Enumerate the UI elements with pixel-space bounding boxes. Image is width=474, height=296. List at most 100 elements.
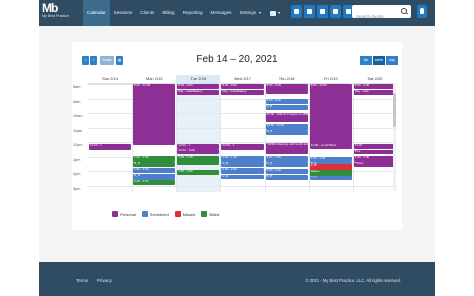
privacy-link[interactable]: Privacy <box>97 278 112 283</box>
calendar-event-personal[interactable]: 8:00 - 9:00 <box>177 84 220 90</box>
calendar-event-scheduled[interactable]: 2:00 - 2:30 <box>221 168 264 174</box>
calendar-event-personal[interactable]: *Shed <box>353 162 396 167</box>
nav-settings-label: Settings <box>239 10 257 15</box>
day-header-today: Tue 2/16 <box>176 75 221 83</box>
calendar-event-scheduled[interactable]: R_B <box>221 174 264 179</box>
calendar-event-personal[interactable]: 1:00 - 1:30 <box>353 155 396 162</box>
calendar-event-billed[interactable]: R_B <box>133 162 176 168</box>
hour-label: 2pm <box>73 172 81 176</box>
calendar-event-scheduled[interactable]: R_B <box>221 162 264 168</box>
legend-label: Billed <box>209 211 220 217</box>
terms-link[interactable]: Terms <box>76 278 88 283</box>
search-icon[interactable] <box>401 8 407 14</box>
calendar-event-personal[interactable]: 12:00 - 1 <box>89 144 132 150</box>
hour-line <box>88 185 397 187</box>
legend-label: Personal <box>120 211 136 217</box>
hour-label: 3pm <box>73 186 81 191</box>
day-header: Fri 2/19 <box>323 76 338 81</box>
calendar-event-personal[interactable]: 12:30 - Todd <box>177 149 220 155</box>
calendar-event-scheduled[interactable]: 1:50 - 2:20 <box>265 168 308 174</box>
calendar-event-personal[interactable]: Mtg - Cafe <box>353 89 396 95</box>
calendar-event-scheduled[interactable]: 1:00 - 1:30 <box>265 155 308 162</box>
week-time-grid[interactable]: 8am 9am 10am 11am 12pm 1pm 2pm 3pm 8:00 - 12:00 1… <box>73 83 397 192</box>
calendar-event-scheduled[interactable]: 1:50 - 2:20 <box>133 168 176 174</box>
day-header: Mon 2/15 <box>145 76 163 81</box>
event-legend: Personal Scheduled Missed Billed <box>112 211 219 217</box>
document-icon[interactable] <box>330 5 341 18</box>
nav-settings[interactable]: Settings ▼ <box>235 0 265 26</box>
user-icon[interactable] <box>291 5 302 18</box>
calendar-event-personal[interactable]: 12:00 - 1 <box>221 144 264 150</box>
legend-swatch <box>174 211 181 217</box>
legend-item-personal: Personal <box>112 211 136 217</box>
page-footer: Terms Privacy © 2021 - My Best Practice,… <box>39 262 435 296</box>
nav-sessions[interactable]: Sessions <box>110 0 137 26</box>
day-divider <box>176 84 178 192</box>
logo-name: My Best Practice <box>42 14 69 18</box>
legend-swatch <box>201 211 208 217</box>
view-list-button[interactable]: list <box>360 56 372 65</box>
view-day-button[interactable]: day <box>386 56 398 65</box>
calendar-event-scheduled[interactable]: 1:00 - 1:30 <box>221 155 264 162</box>
calendar-event-personal[interactable]: *NPMN Meeting with Smith and Jones <box>265 142 308 155</box>
shield-icon[interactable] <box>417 5 427 18</box>
calendar-event-billed[interactable]: 1:50 - 2:50 <box>177 170 220 176</box>
day-header: Sat 2/20 <box>367 76 383 81</box>
hour-label: 1pm <box>73 157 81 162</box>
calendar-scrollbar[interactable] <box>393 83 396 191</box>
clipboard-icon[interactable] <box>304 5 315 18</box>
calendar-event-billed[interactable]: 2:45 - 3:15 <box>133 180 176 186</box>
calendar-event-scheduled[interactable]: 9:00 - 9:30 <box>265 98 308 105</box>
calendar-event-personal[interactable]: 8:00 - 12:00 <box>309 84 352 145</box>
calendar-event-personal[interactable]: 10:00 - Submit Program to MBP <box>265 113 308 122</box>
calendar-event-scheduled[interactable]: R_B <box>265 174 308 180</box>
legend-item-billed: Billed <box>201 211 219 217</box>
legend-swatch <box>112 211 118 217</box>
calendar-event-billed[interactable]: Hadeo <box>309 170 352 177</box>
day-divider <box>352 84 354 192</box>
calendar-event-scheduled[interactable]: R_B <box>265 130 308 136</box>
main-nav: Calendar Sessions Clients Billing Report… <box>83 0 285 26</box>
chevron-down-icon: ▼ <box>277 11 282 15</box>
chevron-down-icon: ▼ <box>258 11 262 15</box>
calendar-event-personal[interactable]: 8:00 - 12:00 <box>133 84 176 145</box>
calendar-event-billed[interactable]: 1:00 - 1:30 <box>133 155 176 162</box>
hour-label: 12pm <box>73 143 83 147</box>
calendar-event-billed[interactable]: 1:00 - 1:45 <box>177 155 220 166</box>
app-window: Mb My Best Practice Calendar Sessions Cl… <box>39 0 435 296</box>
calendar-event-personal[interactable]: 8:00 - 9:00 <box>265 84 308 95</box>
nav-reporting[interactable]: Reporting <box>179 0 207 26</box>
calendar-event-personal[interactable]: Mtg - Cafe/Bakery <box>177 89 220 95</box>
calendar-title: Feb 14 – 20, 2021 <box>196 54 278 65</box>
search-input[interactable] <box>352 10 400 23</box>
legend-item-missed: Missed <box>174 211 195 217</box>
calendar-event-scheduled[interactable]: R_B <box>133 173 176 180</box>
nav-calendar[interactable]: Calendar <box>83 0 110 26</box>
scrollbar-thumb[interactable] <box>393 93 396 127</box>
calendar-event-scheduled[interactable]: R_B <box>265 105 308 111</box>
nav-billing[interactable]: Billing <box>158 0 178 26</box>
calendar-event-personal[interactable]: 8:00 - 9:00 <box>353 84 396 90</box>
day-header: Sun 2/14 <box>102 76 119 81</box>
top-navigation-bar: Mb My Best Practice Calendar Sessions Cl… <box>39 0 435 26</box>
calendar-event-personal[interactable]: Pt-1 <box>353 149 396 155</box>
calendar-event-personal[interactable]: 8:00 - 8:30 <box>221 84 264 90</box>
copyright-text: © 2021 - My Best Practice, LLC. All righ… <box>305 278 401 283</box>
calendar-event-personal[interactable]: 12:00 <box>353 144 396 150</box>
search-box <box>352 5 411 23</box>
nav-messages[interactable]: Messages <box>207 0 236 26</box>
calendar-event-personal[interactable]: Mtg - Cafe/Bakery <box>221 89 264 95</box>
hour-label: 11am <box>73 128 83 133</box>
view-week-button[interactable]: week <box>373 56 385 65</box>
hour-label: 9am <box>73 99 81 104</box>
user-menu[interactable]: ▼ <box>266 0 285 26</box>
nav-clients[interactable]: Clients <box>136 0 158 26</box>
app-logo[interactable]: Mb My Best Practice <box>42 2 76 24</box>
legend-swatch <box>141 211 148 217</box>
calendar-icon[interactable] <box>317 5 328 18</box>
user-card-icon <box>269 10 276 16</box>
calendar-event-scheduled[interactable]: 1:00 - 1:30 <box>309 156 352 162</box>
calendar-event-scheduled[interactable]: R_B <box>265 162 308 168</box>
calendar-event-personal[interactable]: 12:00 - Lunch/Rest <box>309 144 352 150</box>
hour-label: 8am <box>73 85 81 89</box>
